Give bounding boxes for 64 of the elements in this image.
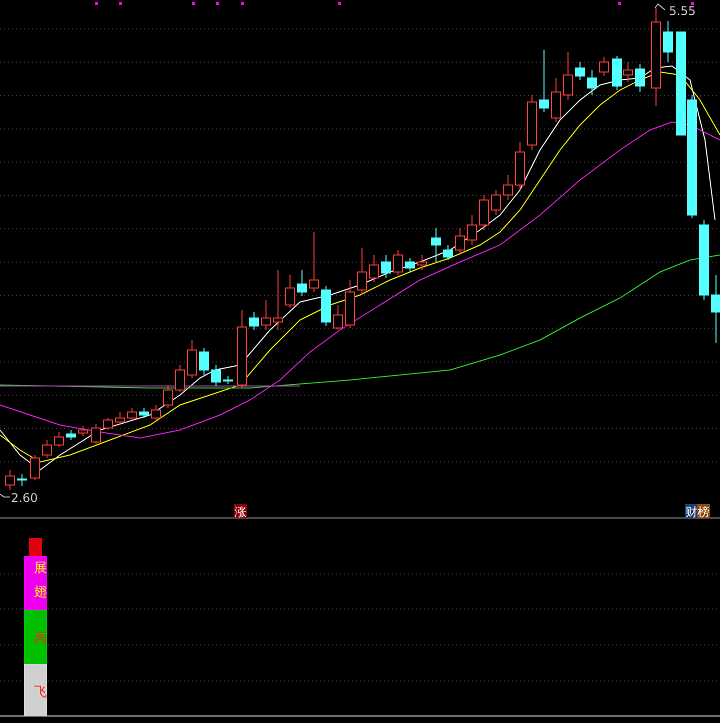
candlestick — [115, 412, 125, 426]
candlestick — [515, 142, 525, 190]
candlestick — [199, 348, 209, 376]
candlestick — [42, 440, 52, 458]
candlestick — [249, 312, 259, 330]
candlestick — [357, 248, 367, 296]
candlestick — [261, 300, 271, 330]
candlestick — [5, 470, 15, 490]
candlestick — [431, 228, 441, 262]
candlestick — [455, 228, 465, 256]
candlestick — [539, 50, 549, 112]
candlestick — [575, 62, 585, 80]
candlestick — [467, 214, 477, 246]
leader-line — [654, 3, 666, 10]
indicator-label: 飞 — [34, 685, 47, 700]
candlestick — [78, 426, 88, 436]
candlestick — [333, 304, 343, 330]
high-price-label: 5.55 — [669, 4, 696, 18]
candlestick — [587, 70, 597, 96]
candlestick — [127, 408, 137, 420]
candlestick — [563, 52, 573, 100]
candlestick — [551, 78, 561, 122]
candlestick — [527, 94, 537, 150]
indicator-label: 展 — [34, 561, 47, 576]
candlestick — [285, 274, 295, 308]
indicator-label: 翅 — [34, 585, 47, 600]
candlestick — [381, 254, 391, 278]
candlestick — [17, 474, 27, 486]
candlestick — [91, 424, 101, 444]
candlestick — [443, 244, 453, 260]
candlestick — [30, 454, 40, 480]
candlestick — [103, 418, 113, 430]
candlestick — [187, 340, 197, 378]
candlestick — [54, 432, 64, 448]
candlestick — [635, 64, 645, 92]
candlestick — [503, 174, 513, 200]
signal-badge: 榜 — [697, 504, 710, 519]
leader-line — [0, 494, 10, 498]
signal-badge: 涨 — [234, 504, 247, 519]
candlestick — [369, 254, 379, 282]
candlestick — [405, 258, 415, 272]
candlestick — [491, 190, 501, 216]
candlestick — [163, 384, 173, 408]
candlestick — [479, 194, 489, 230]
candlestick — [297, 270, 307, 296]
candlestick — [711, 274, 720, 344]
bar-cap — [29, 538, 42, 556]
candlestick — [175, 364, 185, 392]
candlestick — [345, 280, 355, 328]
low-price-label: 2.60 — [11, 491, 38, 505]
candlestick — [599, 56, 609, 76]
candlestick — [66, 430, 76, 440]
signal-badge: 财 — [685, 504, 698, 519]
candlestick — [223, 376, 233, 384]
candlestick — [139, 408, 149, 418]
candlestick — [417, 254, 427, 270]
candlestick — [321, 286, 331, 326]
candlestick — [663, 20, 673, 62]
candlestick — [151, 404, 161, 420]
candlestick — [211, 364, 221, 386]
candlestick — [393, 250, 403, 276]
candlestick — [273, 270, 283, 330]
indicator-label: 高 — [34, 631, 47, 646]
candlestick — [309, 232, 319, 292]
